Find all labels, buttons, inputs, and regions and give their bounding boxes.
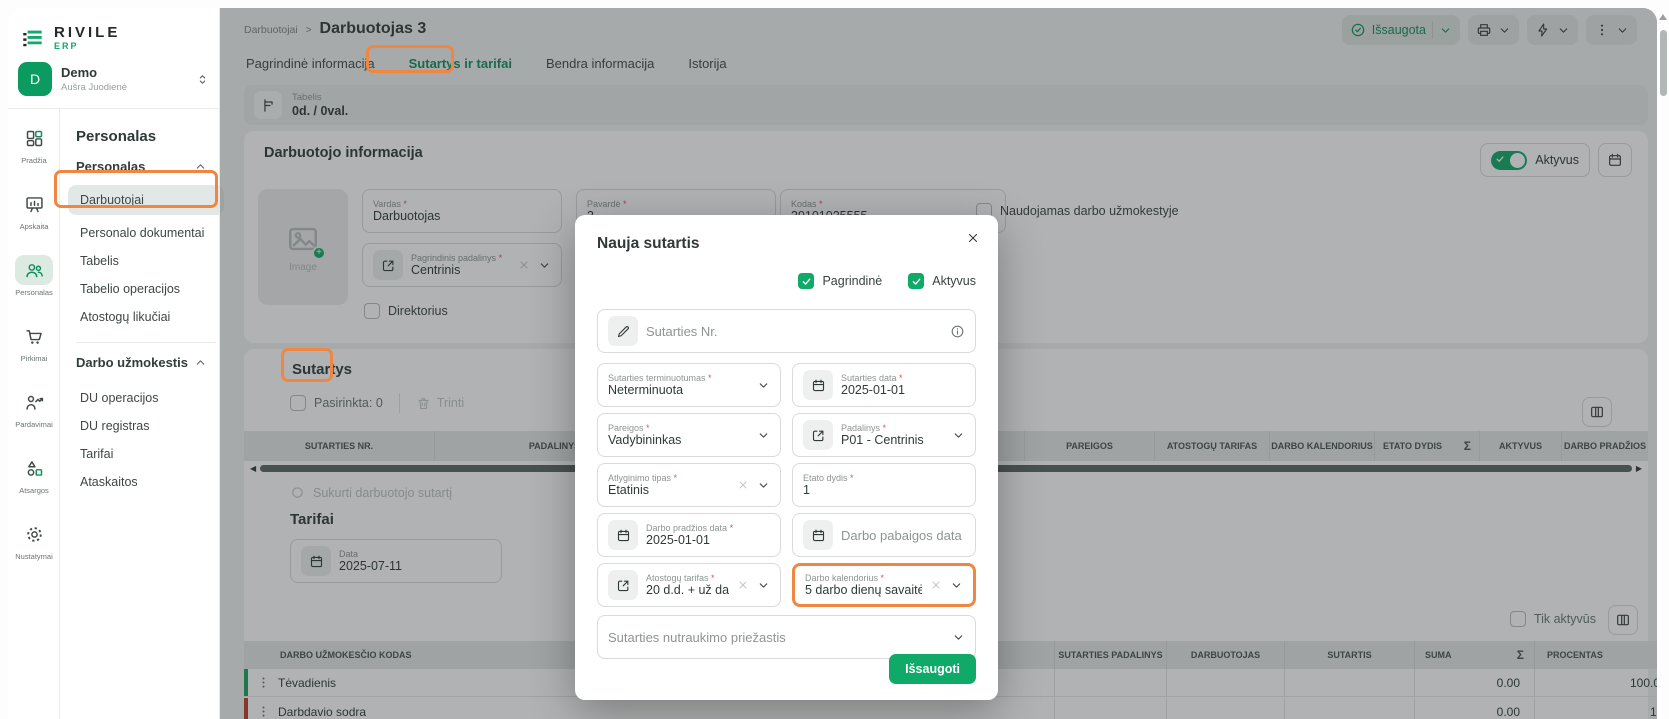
rail-label: Pradžia [8,156,60,165]
home-grid-icon [15,123,53,153]
rail-label: Nustatymai [8,552,60,561]
sidebar-item-darbuotojai[interactable]: Darbuotojai [68,185,224,215]
checkbox-checked[interactable] [908,273,924,289]
avatar: D [18,62,52,96]
app-logo[interactable]: RIVILE ERP [20,24,120,51]
sidebar-item-atostogu-likuciai[interactable]: Atostogų likučiai [68,302,224,332]
chevron-down-icon[interactable] [757,429,770,442]
user-switcher[interactable]: D Demo Aušra Juodienė [18,62,210,96]
checkbox-checked[interactable] [798,273,814,289]
menu-burger-icon[interactable] [20,25,46,51]
atlyginimo-tipas-select[interactable]: Atlyginimo tipasEtatinis [597,463,781,507]
chevron-down-icon[interactable] [952,429,965,442]
chevron-up-icon [194,160,207,173]
new-contract-modal: Nauja sutartis Pagrindinė Aktyvus Sutart… [575,215,998,700]
info-icon[interactable] [950,324,965,339]
clear-icon[interactable] [737,579,749,591]
darbo-pradzios-field[interactable]: Darbo pradžios data2025-01-01 [597,513,781,557]
chevron-down-icon[interactable] [757,379,770,392]
sidebar-item-du-operacijos[interactable]: DU operacijos [68,383,224,413]
aktyvus-checkbox[interactable]: Aktyvus [908,273,976,289]
user-name: Demo [61,65,127,80]
rail-label: Apskaita [8,222,60,231]
brand-sub: ERP [54,41,120,51]
terminuotumas-select[interactable]: Sutarties terminuotumasNeterminuota [597,363,781,407]
save-button[interactable]: Išsaugoti [889,654,976,684]
chevron-down-icon[interactable] [757,479,770,492]
rail-item-nustatymai[interactable]: Nustatymai [8,519,60,561]
chart-board-icon [15,189,53,219]
contract-number-field[interactable]: Sutarties Nr. [597,309,976,353]
icon-rail: Pradžia Apskaita Personalas Pirkimai Par… [8,109,60,719]
scrollbar-up-arrow[interactable] [1659,14,1667,20]
sutarties-data-field[interactable]: Sutarties data2025-01-01 [792,363,976,407]
clear-icon[interactable] [930,579,942,591]
rail-label: Pardavimai [8,420,60,429]
page-scrollbar-thumb[interactable] [1660,30,1667,96]
calendar-icon[interactable] [608,520,638,550]
user-subtitle: Aušra Juodienė [61,82,127,93]
pareigos-select[interactable]: PareigosVadybininkas [597,413,781,457]
sidebar-item-tabelio-operacijos[interactable]: Tabelio operacijos [68,274,224,304]
module-title: Personalas [76,128,156,145]
sidebar-item-ataskaitos[interactable]: Ataskaitos [68,467,224,497]
external-link-icon[interactable] [608,570,638,600]
external-link-icon[interactable] [803,420,833,450]
calendar-icon[interactable] [803,370,833,400]
close-icon[interactable] [966,231,980,245]
menu-divider [76,342,216,343]
darbo-kalendorius-select[interactable]: Darbo kalendorius5 darbo dienų savaitė [792,563,976,607]
rail-label: Personalas [8,288,60,297]
atostogu-tarifas-select[interactable]: Atostogų tarifas20 d.d. + už darbo stažą [597,563,781,607]
clear-icon[interactable] [737,479,749,491]
rail-item-pradzia[interactable]: Pradžia [8,123,60,165]
etato-dydis-field[interactable]: Etato dydis1 [792,463,976,507]
rail-item-atsargos[interactable]: Atsargos [8,453,60,495]
chevron-down-icon[interactable] [757,579,770,592]
gear-icon [15,519,53,549]
rail-item-apskaita[interactable]: Apskaita [8,189,60,231]
sales-icon [15,387,53,417]
darbo-pabaigos-field[interactable]: Darbo pabaigos data [792,513,976,557]
rail-label: Pirkimai [8,354,60,363]
chevron-up-icon [194,356,207,369]
chevron-down-icon[interactable] [950,579,963,592]
padalinys-select[interactable]: PadalinysP01 - Centrinis [792,413,976,457]
rail-item-personalas[interactable]: Personalas [8,255,60,297]
pagrindine-checkbox[interactable]: Pagrindinė [798,273,882,289]
sidebar-item-tarifai[interactable]: Tarifai [68,439,224,469]
rail-item-pardavimai[interactable]: Pardavimai [8,387,60,429]
group-personalas[interactable]: Personalas [76,159,207,174]
sidebar-menu: Personalas Personalas Darbuotojai Person… [60,109,219,719]
modal-title: Nauja sutartis [597,235,976,253]
chevron-down-icon[interactable] [952,631,965,644]
rail-label: Atsargos [8,486,60,495]
cart-icon [15,321,53,351]
group-darbo-uzmokestis[interactable]: Darbo užmokestis [76,355,207,370]
user-sort-icon [195,72,210,87]
brand-name: RIVILE [54,24,120,41]
sidebar-item-du-registras[interactable]: DU registras [68,411,224,441]
pencil-icon [608,316,638,346]
sidebar: RIVILE ERP D Demo Aušra Juodienė Pradžia… [8,8,220,719]
shapes-icon [15,453,53,483]
calendar-icon[interactable] [803,520,833,550]
rail-item-pirkimai[interactable]: Pirkimai [8,321,60,363]
people-icon [15,255,53,285]
sidebar-item-tabelis[interactable]: Tabelis [68,246,224,276]
sidebar-item-personalo-dokumentai[interactable]: Personalo dokumentai [68,218,224,248]
nutraukimo-priezastis-select[interactable]: Sutarties nutraukimo priežastis [597,615,976,659]
